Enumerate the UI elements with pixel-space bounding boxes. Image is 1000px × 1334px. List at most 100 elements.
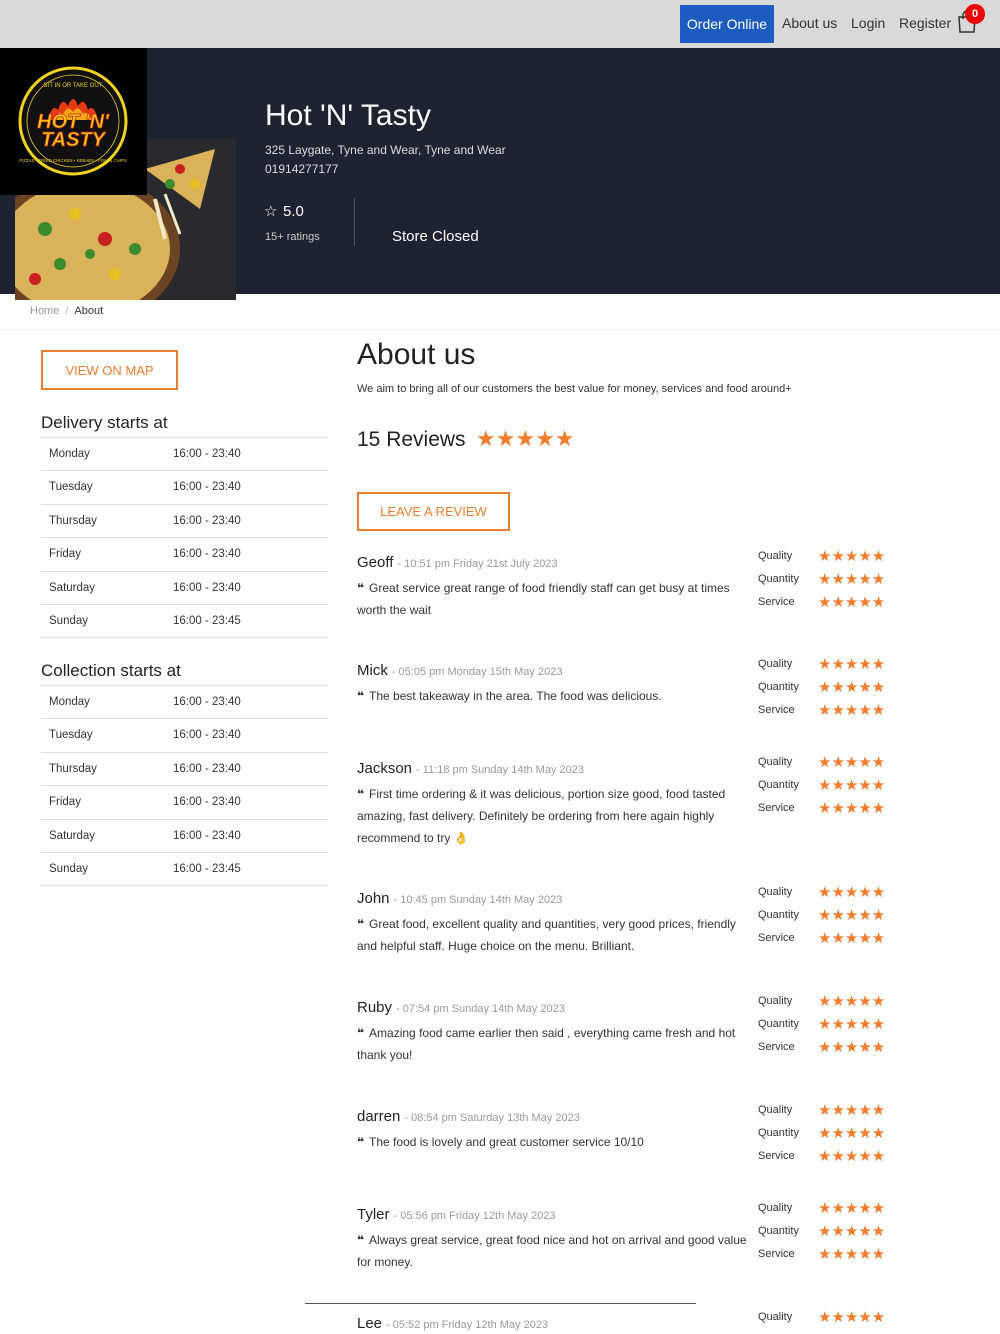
reviewer-name-text: darren <box>357 1108 401 1125</box>
rating-row-quality: Quality ★★★★★ <box>758 1309 903 1334</box>
hours-time: 16:00 - 23:40 <box>173 829 241 842</box>
review-text: ❝ Always great service, great food nice a… <box>357 1229 757 1273</box>
rating-stars: ★★★★★ <box>818 1309 886 1326</box>
divider <box>354 198 355 246</box>
hours-row: Saturday 16:00 - 23:40 <box>41 572 328 605</box>
rating-row-service: Service ★★★★★ <box>758 929 903 955</box>
hours-row: Thursday 16:00 - 23:40 <box>41 505 328 539</box>
review-ratings: Quality ★★★★★ Quantity ★★★★★ Service ★★★★★ <box>758 993 903 1063</box>
store-address: 325 Laygate, Tyne and Wear, Tyne and Wea… <box>265 143 506 157</box>
rating-label: Quantity <box>758 1126 799 1139</box>
rating-stars: ★★★★★ <box>818 754 886 771</box>
rating-label: Quality <box>758 550 793 562</box>
review-date: - 11:18 pm Sunday 14th May 2023 <box>416 764 584 776</box>
hours-row: Tuesday 16:00 - 23:40 <box>41 471 328 505</box>
reviewer-name-text: Geoff <box>357 554 394 571</box>
ratings-count: 15+ ratings <box>265 231 320 243</box>
view-on-map-button[interactable]: VIEW ON MAP <box>41 350 178 390</box>
rating-row-service: Service ★★★★★ <box>758 1245 903 1271</box>
reviewer-name-text: John <box>357 890 390 907</box>
rating-label: Service <box>758 801 795 814</box>
hours-day: Sunday <box>49 862 89 875</box>
review-text: ❝ First time ordering & it was delicious,… <box>357 783 757 849</box>
hours-time: 16:00 - 23:40 <box>173 696 241 708</box>
reviewer-name: Ruby - 07:54 pm Sunday 14th May 2023 <box>357 999 565 1016</box>
cart-count-badge: 0 <box>965 4 985 24</box>
rating-stars: ★★★★★ <box>818 570 886 588</box>
hours-time: 16:00 - 23:40 <box>173 514 241 527</box>
store-name: Hot 'N' Tasty <box>265 99 431 132</box>
review-date: - 10:45 pm Sunday 14th May 2023 <box>393 894 563 906</box>
login-link[interactable]: Login <box>851 15 885 31</box>
review-text: ❝ Amazing food came earlier then said , e… <box>357 1022 757 1066</box>
rating-stars: ★★★★★ <box>818 701 886 719</box>
rating-label: Service <box>758 931 795 944</box>
divider <box>0 329 1000 330</box>
review-date: - 05:56 pm Friday 12th May 2023 <box>393 1210 556 1222</box>
rating-label: Quality <box>758 886 793 898</box>
rating-label: Service <box>758 703 795 716</box>
reviewer-name-text: Lee <box>357 1315 383 1332</box>
overall-rating-stars: ★★★★★ <box>476 426 575 451</box>
hours-day: Monday <box>49 448 90 460</box>
hours-time: 16:00 - 23:40 <box>173 448 241 460</box>
quote-icon: ❝ <box>357 689 365 703</box>
rating-label: Quantity <box>758 680 799 693</box>
rating-row-service: Service ★★★★★ <box>758 800 903 825</box>
rating-stars: ★★★★★ <box>818 593 886 611</box>
review-ratings: Quality ★★★★★ Quantity ★★★★★ Service ★★★★★ <box>758 884 903 955</box>
review-text: ❝ The food is lovely and great customer s… <box>357 1131 757 1153</box>
hours-time: 16:00 - 23:40 <box>173 729 241 742</box>
rating-stars: ★★★★★ <box>818 1147 886 1165</box>
quote-icon: ❝ <box>357 581 365 595</box>
reviewer-name: Geoff - 10:51 pm Friday 21st July 2023 <box>357 554 558 571</box>
rating-label: Quality <box>758 756 793 768</box>
hours-row: Friday 16:00 - 23:40 <box>41 538 328 572</box>
rating-stars: ★★★★★ <box>818 656 886 673</box>
rating-label: Quality <box>758 1311 793 1323</box>
rating-stars: ★★★★★ <box>818 1245 886 1263</box>
review-date: - 05:05 pm Monday 15th May 2023 <box>391 666 563 678</box>
breadcrumb-home[interactable]: Home <box>30 305 59 317</box>
review-body: Amazing food came earlier then said , ev… <box>357 1026 736 1062</box>
breadcrumb-separator: / <box>65 305 69 317</box>
hours-time: 16:00 - 23:40 <box>173 762 241 775</box>
review-date: - 07:54 pm Sunday 14th May 2023 <box>396 1003 565 1015</box>
review-date: - 05:52 pm Friday 12th May 2023 <box>386 1319 549 1331</box>
hours-time: 16:00 - 23:40 <box>173 796 241 809</box>
hours-day: Thursday <box>49 762 97 775</box>
quote-icon: ❝ <box>357 1135 365 1149</box>
svg-text:TASTY: TASTY <box>41 129 107 151</box>
reviews-count: 15 Reviews <box>357 428 466 451</box>
review-ratings: Quality ★★★★★ Quantity ★★★★★ Service ★★★★★ <box>758 1102 903 1173</box>
hours-day: Tuesday <box>49 729 93 742</box>
review-body: Always great service, great food nice an… <box>357 1233 747 1269</box>
delivery-hours-table: Monday 16:00 - 23:40 Tuesday 16:00 - 23:40… <box>41 437 328 639</box>
rating-label: Service <box>758 1149 795 1162</box>
review-ratings: Quality ★★★★★ Quantity ★★★★★ Service ★★★★★ <box>758 548 903 618</box>
rating-stars: ★★★★★ <box>818 929 886 947</box>
store-logo[interactable]: HOT 'N' TASTY SIT IN OR TAKE OUT PIZZAS … <box>0 48 147 195</box>
rating-stars: ★★★★★ <box>818 1038 886 1056</box>
reviewer-name-text: Jackson <box>357 760 413 777</box>
rating-row-service: Service ★★★★★ <box>758 1147 903 1173</box>
about-us-link[interactable]: About us <box>782 15 837 31</box>
store-header: HOT 'N' TASTY SIT IN OR TAKE OUT PIZZAS … <box>0 48 1000 300</box>
rating-label: Service <box>758 1247 795 1260</box>
rating-label: Quantity <box>758 1017 799 1030</box>
rating-label: Service <box>758 595 795 608</box>
rating-stars: ★★★★★ <box>818 1222 886 1240</box>
hours-row: Sunday 16:00 - 23:45 <box>41 605 328 639</box>
order-online-button[interactable]: Order Online <box>680 5 774 43</box>
about-description: We aim to bring all of our customers the… <box>357 383 792 395</box>
rating-row-service: Service ★★★★★ <box>758 701 903 727</box>
leave-review-button[interactable]: LEAVE A REVIEW <box>357 492 510 531</box>
review-body: Great service great range of food friend… <box>357 581 730 617</box>
register-link[interactable]: Register <box>899 15 951 31</box>
hours-time: 16:00 - 23:40 <box>173 548 241 561</box>
rating-label: Quantity <box>758 908 799 921</box>
breadcrumb: Home / About <box>30 305 103 317</box>
rating-label: Quantity <box>758 572 799 585</box>
rating-label: Quality <box>758 995 793 1007</box>
reviewer-name: darren - 08:54 pm Saturday 13th May 2023 <box>357 1108 580 1125</box>
